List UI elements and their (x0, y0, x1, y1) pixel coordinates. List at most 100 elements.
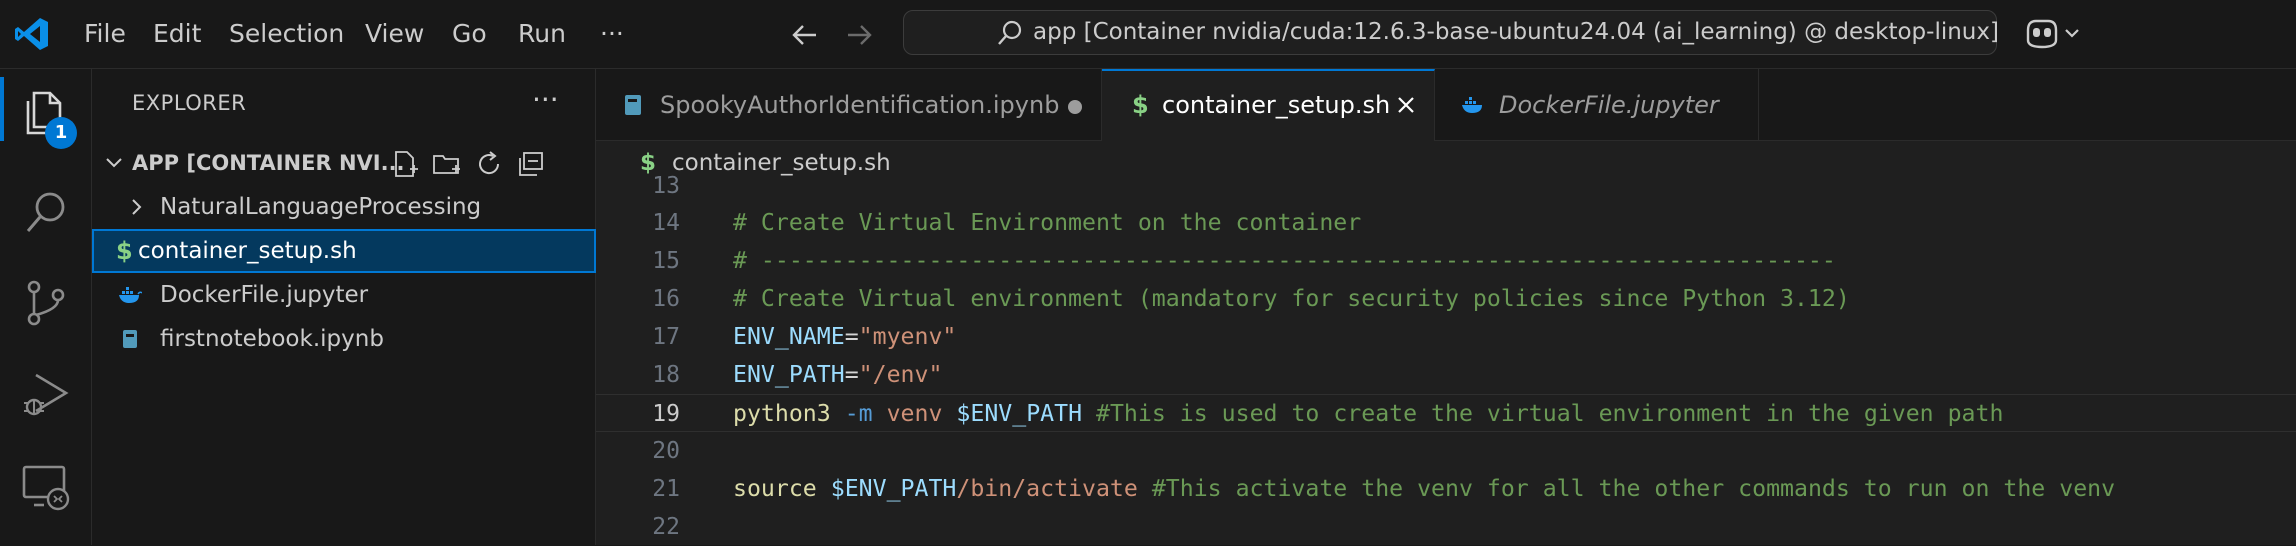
copilot-icon[interactable] (2022, 16, 2082, 52)
shell-file-icon: $ (116, 237, 133, 265)
line-number: 18 (652, 362, 680, 388)
vscode-logo-icon[interactable] (14, 16, 50, 52)
workspace-section-header[interactable]: APP [CONTAINER NVI... (92, 141, 596, 185)
menu-selection[interactable]: Selection (229, 0, 344, 68)
line-number: 15 (652, 248, 680, 274)
line-number: 19 (652, 401, 680, 427)
command-center-search[interactable]: app [Container nvidia/cuda:12.6.3-base-u… (903, 10, 1999, 55)
code-variable: ENV_PATH (733, 361, 845, 388)
code-variable: ENV_NAME (733, 323, 845, 350)
tree-item-file[interactable]: firstnotebook.ipynb (92, 317, 596, 361)
code-comment: # --------------------------------------… (733, 247, 1836, 274)
menu-more[interactable]: ··· (600, 0, 624, 68)
close-icon[interactable] (1394, 93, 1418, 117)
remote-explorer-icon[interactable] (20, 461, 72, 513)
code-line: 22 (596, 508, 2296, 546)
docker-icon (1462, 97, 1482, 113)
tab-label: container_setup.sh (1162, 91, 1391, 119)
refresh-icon[interactable] (474, 149, 504, 179)
code-line: 18 ENV_PATH="/env" (596, 356, 2296, 394)
code-line-current: 19 python3 -m venv $ENV_PATH #This is us… (596, 394, 2296, 432)
code-command: source (733, 475, 817, 502)
code-flag: -m (844, 400, 873, 427)
tree-item-file[interactable]: DockerFile.jupyter (92, 273, 596, 317)
chevron-down-icon (106, 158, 122, 168)
line-number: 14 (652, 210, 680, 236)
workspace-title: APP [CONTAINER NVI... (132, 151, 405, 175)
line-number: 13 (652, 173, 680, 199)
code-comment: #This activate the venv for all the othe… (1151, 475, 2116, 502)
collapse-all-icon[interactable] (516, 149, 546, 179)
code-line: 16 # Create Virtual environment (mandato… (596, 280, 2296, 318)
active-indicator (0, 77, 4, 141)
line-number: 20 (652, 438, 680, 464)
explorer-sidebar: EXPLORER ··· APP [CONTAINER NVI... Natur… (92, 69, 596, 545)
code-line: 14 # Create Virtual Environment on the c… (596, 204, 2296, 242)
code-operator: = (844, 361, 859, 388)
code-string: "myenv" (858, 323, 957, 350)
code-variable: $ENV_PATH (956, 400, 1083, 427)
run-debug-icon[interactable] (20, 369, 72, 421)
title-bar: File Edit Selection View Go Run ··· app … (0, 0, 2296, 69)
editor-tabs: SpookyAuthorIdentification.ipynb $ conta… (596, 69, 2296, 142)
code-line: 13 (596, 167, 2296, 205)
code-argument: venv (886, 400, 943, 427)
code-operator: = (844, 323, 859, 350)
new-file-icon[interactable] (390, 149, 420, 179)
code-string: "/env" (858, 361, 943, 388)
code-line: 15 # -----------------------------------… (596, 242, 2296, 280)
back-arrow-icon[interactable] (788, 18, 822, 52)
tree-item-label: DockerFile.jupyter (160, 282, 369, 308)
code-line: 17 ENV_NAME="myenv" (596, 318, 2296, 356)
tree-item-label: container_setup.sh (138, 238, 357, 264)
tree-item-label: firstnotebook.ipynb (160, 326, 384, 352)
source-control-icon[interactable] (20, 277, 72, 329)
code-text: source $ENV_PATH/bin/activate #This acti… (733, 470, 2115, 508)
docker-icon (119, 287, 142, 303)
tab-label: SpookyAuthorIdentification.ipynb (660, 91, 1060, 119)
notebook-icon (625, 95, 641, 115)
editor-area: SpookyAuthorIdentification.ipynb $ conta… (596, 69, 2296, 545)
code-comment: # Create Virtual Environment on the cont… (733, 209, 1362, 236)
code-comment: # Create Virtual environment (mandatory … (733, 285, 1850, 312)
tab-dockerfile[interactable]: DockerFile.jupyter (1435, 69, 1759, 141)
code-text: ENV_PATH="/env" (733, 356, 942, 394)
line-number: 17 (652, 324, 680, 350)
menu-file[interactable]: File (84, 0, 126, 68)
tree-item-folder[interactable]: NaturalLanguageProcessing (92, 185, 596, 229)
line-number: 21 (652, 476, 680, 502)
code-line: 21 source $ENV_PATH/bin/activate #This a… (596, 470, 2296, 508)
tab-spooky-notebook[interactable]: SpookyAuthorIdentification.ipynb (596, 69, 1102, 141)
command-center-label: app [Container nvidia/cuda:12.6.3-base-u… (1033, 19, 1999, 45)
code-variable: $ENV_PATH (830, 475, 957, 502)
explorer-badge: 1 (45, 117, 77, 149)
code-path: /bin/activate (956, 475, 1138, 502)
tree-item-label: NaturalLanguageProcessing (160, 194, 482, 220)
activity-bar: 1 (0, 69, 92, 545)
modified-dot-icon[interactable] (1068, 100, 1082, 114)
forward-arrow-icon[interactable] (842, 18, 876, 52)
explorer-more-button[interactable]: ··· (532, 83, 559, 116)
shell-file-icon: $ (1132, 91, 1149, 119)
menu-view[interactable]: View (365, 0, 424, 68)
menu-go[interactable]: Go (452, 0, 487, 68)
line-number: 16 (652, 286, 680, 312)
code-command: python3 (733, 400, 831, 427)
tab-label: DockerFile.jupyter (1499, 91, 1719, 119)
search-icon[interactable] (20, 187, 72, 239)
code-comment: #This is used to create the virtual envi… (1096, 400, 2004, 427)
notebook-icon (123, 330, 137, 348)
tab-container-setup[interactable]: $ container_setup.sh (1102, 69, 1435, 142)
menu-edit[interactable]: Edit (153, 0, 201, 68)
code-line: 20 (596, 432, 2296, 470)
menu-run[interactable]: Run (518, 0, 566, 68)
chevron-right-icon (132, 199, 142, 215)
line-number: 22 (652, 514, 680, 540)
explorer-title: EXPLORER (132, 91, 247, 115)
code-editor[interactable]: 13 14 # Create Virtual Environment on th… (596, 173, 2296, 546)
search-icon (998, 20, 1022, 45)
tree-item-selected-file[interactable]: $ container_setup.sh (92, 229, 596, 273)
new-folder-icon[interactable] (432, 149, 462, 179)
code-text: python3 -m venv $ENV_PATH #This is used … (733, 395, 2003, 433)
code-text: ENV_NAME="myenv" (733, 318, 956, 356)
